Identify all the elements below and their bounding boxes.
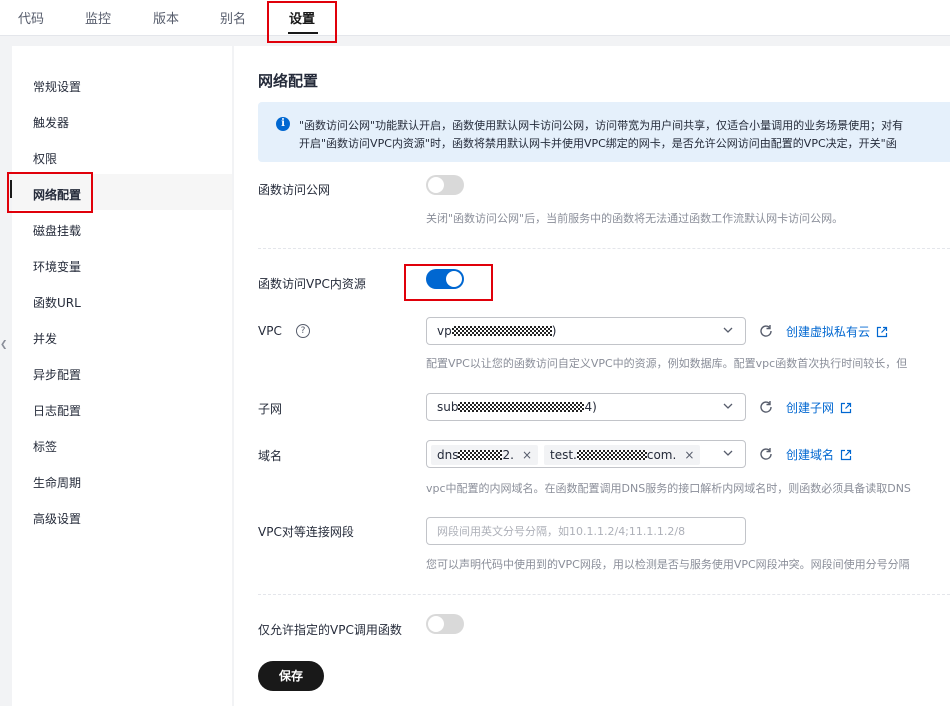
sidebar-item-triggers[interactable]: 触发器 <box>33 114 69 131</box>
public-access-desc: 关闭"函数访问公网"后，当前服务中的函数将无法通过函数工作流默认网卡访问公网。 <box>426 212 844 225</box>
section-divider <box>258 594 950 595</box>
tab-code[interactable]: 代码 <box>18 8 44 27</box>
sidebar-item-function-url[interactable]: 函数URL <box>33 294 81 311</box>
chevron-down-icon <box>723 327 733 333</box>
info-text-line-1: "函数访问公网"功能默认开启，函数使用默认网卡访问公网，访问带宽为用户间共享，仅… <box>299 119 904 132</box>
page-title: 网络配置 <box>258 72 319 90</box>
sidebar-item-advanced[interactable]: 高级设置 <box>33 510 81 527</box>
top-tab-bar: 代码 监控 版本 别名 设置 <box>0 0 950 36</box>
chevron-down-icon <box>723 450 733 456</box>
info-text-line-2: 开启"函数访问VPC内资源"时，函数将禁用默认网卡并使用VPC绑定的网卡，是否允… <box>299 137 897 150</box>
info-icon: i <box>276 117 290 131</box>
vpc-label: VPC <box>258 324 282 338</box>
chevron-down-icon <box>723 403 733 409</box>
tab-monitor[interactable]: 监控 <box>85 8 111 27</box>
external-link-icon <box>840 449 852 461</box>
sidebar-item-async[interactable]: 异步配置 <box>33 366 81 383</box>
create-subnet-link[interactable]: 创建子网 <box>786 399 852 416</box>
chip-remove-icon[interactable]: × <box>522 448 532 462</box>
sidebar-item-concurrency[interactable]: 并发 <box>33 330 57 347</box>
help-icon[interactable]: ? <box>296 324 310 338</box>
domain-desc: vpc中配置的内网域名。在函数配置调用DNS服务的接口解析内网域名时，则函数必须… <box>426 482 911 495</box>
vpc-peering-input-wrap <box>426 517 746 545</box>
create-vpc-link[interactable]: 创建虚拟私有云 <box>786 323 888 340</box>
vpc-desc: 配置VPC以让您的函数访问自定义VPC中的资源，例如数据库。配置vpc函数首次执… <box>426 357 908 370</box>
vpc-select-value: vp) <box>437 324 557 338</box>
redacted-mask <box>458 450 503 460</box>
sidebar-item-permissions[interactable]: 权限 <box>33 150 57 167</box>
sidebar-item-logs[interactable]: 日志配置 <box>33 402 81 419</box>
sidebar-item-lifecycle[interactable]: 生命周期 <box>33 474 81 491</box>
subnet-label: 子网 <box>258 402 283 416</box>
domain-label: 域名 <box>258 449 283 463</box>
redacted-mask <box>576 450 647 460</box>
sidebar-item-tags[interactable]: 标签 <box>33 438 57 455</box>
refresh-icon[interactable] <box>758 323 774 339</box>
tab-aliases[interactable]: 别名 <box>220 8 246 27</box>
create-domain-link[interactable]: 创建域名 <box>786 446 852 463</box>
save-button[interactable]: 保存 <box>258 661 324 691</box>
collapse-chevron-icon[interactable]: ❮ <box>0 340 8 350</box>
redacted-mask <box>458 402 585 412</box>
highlight-box-vpc-toggle <box>404 264 493 301</box>
section-divider <box>258 248 950 249</box>
sidebar-item-disk-mount[interactable]: 磁盘挂载 <box>33 222 81 239</box>
sidebar-item-env-vars[interactable]: 环境变量 <box>33 258 81 275</box>
public-access-label: 函数访问公网 <box>258 183 331 197</box>
external-link-icon <box>840 402 852 414</box>
highlight-box-network-item <box>7 172 93 213</box>
domain-multiselect[interactable]: dns 2. × test. com. × <box>426 440 746 468</box>
public-access-toggle[interactable] <box>426 175 464 195</box>
vpc-access-label: 函数访问VPC内资源 <box>258 277 366 291</box>
tab-versions[interactable]: 版本 <box>153 8 179 27</box>
domain-chip: dns 2. × <box>431 445 538 465</box>
restrict-vpc-toggle[interactable] <box>426 614 464 634</box>
vpc-peering-label: VPC对等连接网段 <box>258 525 354 539</box>
highlight-box-settings-tab <box>267 1 337 43</box>
vpc-peering-desc: 您可以声明代码中使用到的VPC网段，用以检测是否与服务使用VPC网段冲突。网段间… <box>426 558 910 571</box>
subnet-select[interactable]: sub 4) <box>426 393 746 421</box>
sidebar-item-general[interactable]: 常规设置 <box>33 78 81 95</box>
redacted-mask <box>451 326 552 336</box>
domain-chip: test. com. × <box>544 445 701 465</box>
chip-remove-icon[interactable]: × <box>684 448 694 462</box>
restrict-vpc-label: 仅允许指定的VPC调用函数 <box>258 623 402 637</box>
refresh-icon[interactable] <box>758 399 774 415</box>
refresh-icon[interactable] <box>758 446 774 462</box>
external-link-icon <box>876 326 888 338</box>
subnet-select-value: sub 4) <box>437 400 597 414</box>
vpc-select[interactable]: vp) <box>426 317 746 345</box>
vpc-peering-input[interactable] <box>427 518 745 544</box>
